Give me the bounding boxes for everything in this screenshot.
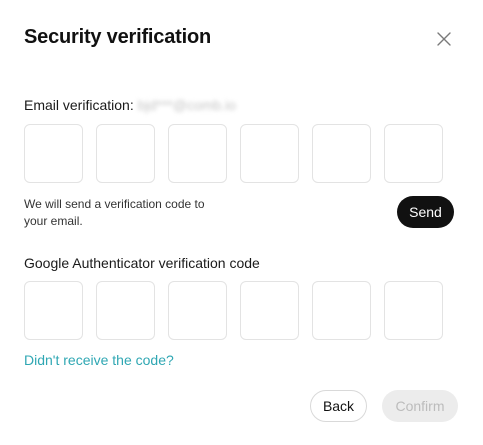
email-hint-text: We will send a verification code to your…: [24, 197, 205, 228]
email-code-digit-5[interactable]: [312, 124, 371, 183]
email-verification-label: Email verification: bjd***@comb.io: [24, 97, 236, 113]
email-verification-label-text: Email verification:: [24, 97, 134, 113]
ga-code-digit-4[interactable]: [240, 281, 299, 340]
ga-code-digit-1[interactable]: [24, 281, 83, 340]
email-code-digit-4[interactable]: [240, 124, 299, 183]
back-button[interactable]: Back: [310, 390, 367, 422]
ga-code-digit-5[interactable]: [312, 281, 371, 340]
close-icon: [437, 32, 451, 46]
confirm-button[interactable]: Confirm: [382, 390, 458, 422]
masked-email: bjd***@comb.io: [137, 97, 236, 113]
email-code-digit-3[interactable]: [168, 124, 227, 183]
ga-code-digit-2[interactable]: [96, 281, 155, 340]
dialog-title: Security verification: [24, 26, 211, 48]
ga-code-digit-6[interactable]: [384, 281, 443, 340]
email-code-digit-2[interactable]: [96, 124, 155, 183]
email-code-digit-1[interactable]: [24, 124, 83, 183]
ga-code-digit-3[interactable]: [168, 281, 227, 340]
security-verification-dialog: Security verification Email verification…: [0, 0, 483, 445]
resend-code-link[interactable]: Didn't receive the code?: [24, 352, 174, 368]
send-code-button[interactable]: Send: [397, 196, 454, 228]
ga-code-inputs: [24, 281, 443, 340]
email-code-digit-6[interactable]: [384, 124, 443, 183]
close-button[interactable]: [432, 27, 456, 51]
email-code-inputs: [24, 124, 443, 183]
google-authenticator-label: Google Authenticator verification code: [24, 255, 260, 271]
